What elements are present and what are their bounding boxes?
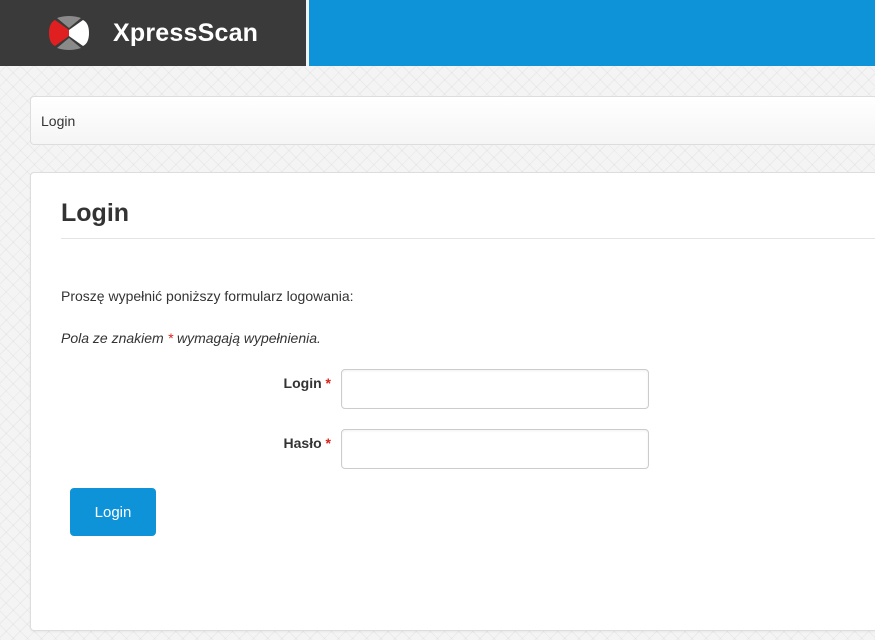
required-asterisk: * [167,330,174,346]
brand-name[interactable]: XpressScan [113,19,258,48]
breadcrumb-current: Login [41,112,76,129]
login-label-text: Login [283,375,322,391]
password-label: Hasło * [221,435,331,451]
form-instructions: Proszę wypełnić poniższy formularz logow… [61,288,354,304]
breadcrumb: Login [30,96,875,145]
login-panel: Login Proszę wypełnić poniższy formularz… [30,172,875,631]
required-fields-note: Pola ze znakiem * wymagają wypełnienia. [61,330,321,346]
password-label-text: Hasło [283,435,322,451]
login-required-asterisk: * [325,375,331,391]
login-input[interactable] [341,369,649,409]
password-required-asterisk: * [325,435,331,451]
page-title: Login [61,199,130,227]
required-note-text-after: wymagają wypełnienia. [176,330,321,346]
login-button[interactable]: Login [70,488,156,536]
top-navbar: XpressScan [0,0,875,66]
required-note-text-before: Pola ze znakiem [61,330,164,346]
title-divider [61,238,875,239]
login-label: Login * [221,375,331,391]
password-input[interactable] [341,429,649,469]
xpressscan-logo-icon [49,16,89,50]
brand-home-link[interactable]: XpressScan [0,0,309,66]
